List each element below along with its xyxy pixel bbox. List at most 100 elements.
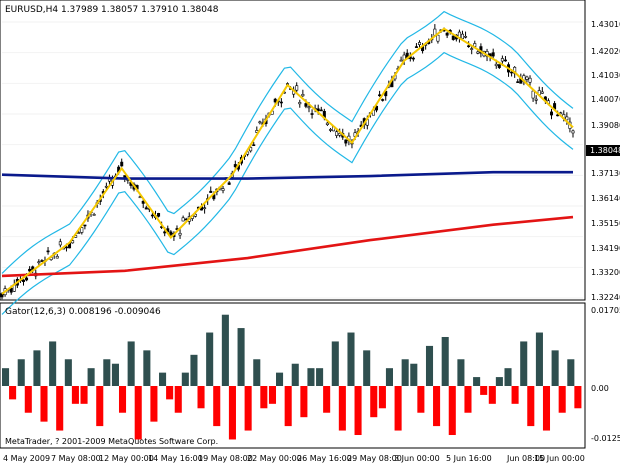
price-tick-9: 1.34190 [591,244,620,253]
gator-bar-up [425,345,434,386]
gator-bar-up [457,359,465,386]
gator-bar-down [448,386,456,436]
gator-bar-up [253,359,261,386]
candle-body [445,32,449,36]
gator-bar-down [480,386,488,395]
gator-bar-up [17,359,25,386]
gator-tick-bottom: -0.01257 [591,434,620,443]
price-tick-6: 1.37130 [591,169,620,178]
gator-bar-up [49,341,57,386]
candle-body [464,35,468,38]
gator-bar-up [394,386,402,431]
x-label-11: 15 Jun 00:00 [534,454,585,463]
gator-bar-up [284,386,292,427]
candle-body [418,42,422,45]
gator-bar-up [331,341,339,386]
gator-bar-down [40,386,48,422]
gator-bar-up [316,368,324,386]
gator-bar-down [558,386,566,413]
gator-bar-down [197,386,205,409]
gator-bar-down [323,386,331,413]
gator-bar-down [338,386,346,431]
gator-bar-up [96,386,104,427]
gator-bar-down [103,359,111,386]
price-tick-2: 1.42020 [591,47,620,56]
gator-bar-up [64,359,72,386]
candle-body [335,131,339,136]
candle-body [80,227,84,233]
gator-bar-down [228,386,236,440]
price-chart-svg[interactable]: EURUSD,H4 1.37989 1.38057 1.37910 1.3804… [0,0,620,465]
gator-bar-down [56,386,64,431]
gator-bar-down [9,386,17,400]
gator-bar-down [307,368,315,386]
candle-body [497,64,501,68]
x-label-8: 3 Jun 00:00 [394,454,440,463]
candle-body [556,114,560,117]
chart-window[interactable]: EURUSD,H4 1.37989 1.38057 1.37910 1.3804… [0,0,620,465]
gator-bar-up [410,363,418,386]
gator-bar-up [378,386,386,409]
gator-bar-up [567,359,575,386]
gator-bar-up [33,350,41,386]
gator-bar-down [24,386,32,413]
candle-body [414,46,418,48]
candle-body [144,207,148,210]
candle-body [310,113,314,115]
candle-body [571,130,575,134]
candle-body [319,109,323,112]
gator-title: Gator(12,6,3) 0.008196 -0.009046 [5,307,161,317]
candle-body [528,77,532,83]
x-label-3: 14 May 16:00 [148,454,203,463]
x-label-9: 5 Jun 16:00 [446,454,492,463]
gator-bar-down [354,386,362,436]
gator-bar-up [551,350,559,386]
gator-bar-down [385,368,393,386]
price-tick-4: 1.40070 [591,95,620,104]
gator-bar-up [174,386,182,413]
gator-bar-down [260,386,268,409]
gator-bar-down [134,386,142,440]
candle-body [534,98,538,101]
gator-bar-up [488,386,496,404]
candle-body [258,121,262,124]
gator-tick-mid: 0.00 [591,384,609,393]
candle-body [123,175,127,178]
candle-body [181,217,185,222]
gator-bar-down [291,363,299,386]
candle-body [9,288,13,293]
candle-body [298,102,302,105]
gator-bar-up [2,368,10,386]
candle-body [150,214,154,217]
gator-bar-up [206,332,214,386]
price-tick-1: 1.43010 [591,20,620,29]
candle-body [531,90,535,99]
gator-bar-up [473,377,481,386]
candle-body [55,256,59,259]
gator-bar-up [80,386,88,404]
candle-body [227,182,231,185]
gator-bar-down [527,386,535,427]
gator-bar-down [542,386,551,431]
candle-body [209,190,213,193]
gator-bar-up [237,328,245,386]
x-label-0: 4 May 2009 [3,454,50,463]
candle-body [92,214,96,216]
gator-bar-up [111,363,119,386]
candle-body [279,101,283,104]
gator-bar-up [221,314,229,386]
candle-body [295,85,299,91]
price-panel[interactable] [0,0,586,301]
candle-body [460,33,464,40]
candle-body [378,94,382,97]
gator-bar-up [504,368,512,386]
candle-body [525,76,529,80]
gator-bar-down [574,386,582,409]
gator-bar-down [276,372,284,386]
gator-bar-up [127,341,135,386]
gator-bar-up [520,341,528,386]
gator-tick-top: 0.017057 [591,306,620,315]
current-price-label: 1.38048 [590,146,620,155]
gator-bar-down [495,377,503,386]
x-label-5: 22 May 00:00 [247,454,302,463]
